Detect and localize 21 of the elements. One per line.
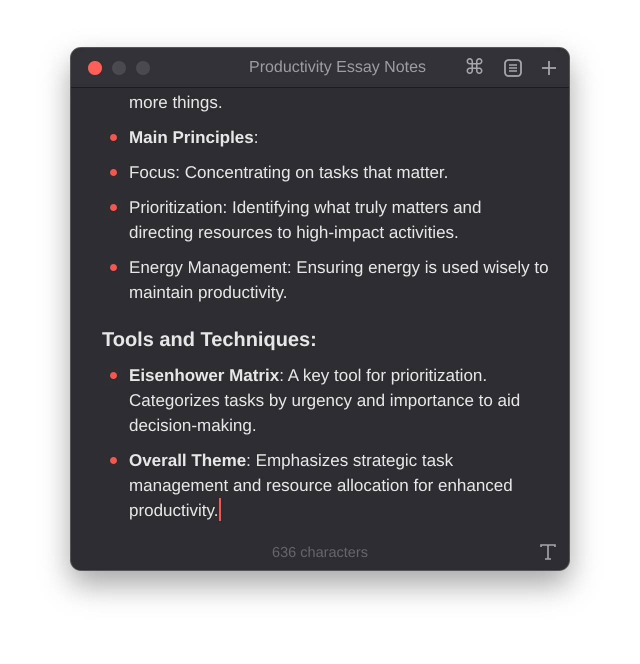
character-count: 636 characters — [272, 545, 368, 561]
bullet-text: Prioritization: Identifying what truly matters and directing resources to high-impact activities. — [129, 198, 482, 242]
window-title: Productivity Essay Notes — [248, 58, 427, 76]
close-button[interactable] — [88, 60, 102, 74]
bullet-text: Main Principles: — [129, 128, 258, 147]
add-icon[interactable] — [541, 60, 557, 76]
bullet-icon — [110, 457, 117, 464]
command-button[interactable]: ⌘ — [464, 57, 485, 78]
bullet-text: Eisenhower Matrix: A key tool for prioritization. Categorizes tasks by urgency and importance to aid decision-making. — [129, 366, 520, 435]
bullet-text: Focus: Concentrating on tasks that matter. — [129, 163, 448, 182]
bullet-icon — [110, 372, 117, 379]
bullet-text: Overall Theme: Emphasizes strategic task management and resource allocation for enhanced productivity. — [129, 451, 513, 520]
bullet-icon — [110, 264, 117, 271]
bullet-icon — [110, 204, 117, 211]
note-paragraph: more things. — [129, 93, 223, 112]
note-list-icon[interactable] — [503, 58, 523, 78]
bullet-text: Energy Management: Ensuring energy is used wisely to maintain productivity. — [129, 258, 549, 302]
text-format-icon[interactable] — [539, 543, 557, 561]
section-heading: Tools and Techniques: — [102, 329, 317, 351]
bullet-icon — [110, 134, 117, 141]
bullet-icon — [110, 169, 117, 176]
